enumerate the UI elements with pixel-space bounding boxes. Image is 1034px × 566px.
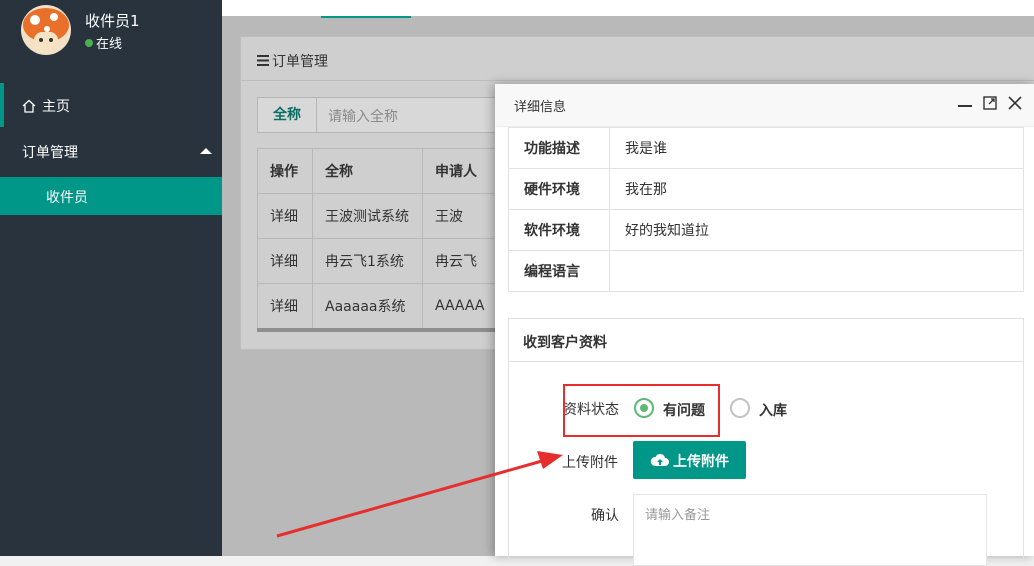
detail-link[interactable]: 详细 [257,193,313,239]
info-row: 功能描述 我是谁 [508,127,1024,169]
nav-home-row: 主页 [22,96,70,116]
online-dot-icon [85,39,93,47]
nav-item-home[interactable]: 主页 [0,83,222,127]
info-row: 软件环境 好的我知道拉 [508,209,1024,251]
col-header-action: 操作 [257,148,313,194]
col-header-name: 全称 [312,148,423,194]
dialog-header: 详细信息 [495,84,1034,127]
panel-title: 订单管理 [257,51,328,71]
upload-button[interactable]: 上传附件 [633,441,746,479]
nav-item-receiver[interactable]: 收件员 [0,177,222,215]
home-icon [22,99,36,113]
info-row: 编程语言 [508,250,1024,292]
detail-link[interactable]: 详细 [257,283,313,329]
table-scrollbar[interactable] [257,328,497,332]
upload-label: 上传附件 [562,455,618,471]
minimize-icon[interactable] [957,95,973,111]
user-name: 收件员1 [85,12,140,30]
upload-button-label: 上传附件 [673,454,729,470]
dialog-title: 详细信息 [514,100,567,115]
nav-home-label: 主页 [42,99,70,115]
maximize-icon[interactable] [982,95,998,111]
info-value [609,250,1024,292]
search-input[interactable]: 请输入全称 [328,106,398,126]
user-status: 在线 [85,33,122,52]
tab-first[interactable] [240,0,310,16]
user-info: 收件员1 在线 [0,0,222,75]
detail-dialog: 详细信息 功能描述 我是谁 硬件环境 我在那 软件环境 好的我知道拉 编程语言 收到客… [495,84,1034,566]
detail-link[interactable]: 详细 [257,238,313,284]
info-key: 硬件环境 [508,168,610,210]
info-row: 硬件环境 我在那 [508,168,1024,210]
status-text: 在线 [96,37,123,52]
radio-stored-label[interactable]: 入库 [759,400,787,420]
close-icon[interactable] [1007,95,1023,111]
radio-stored[interactable] [730,398,750,418]
cell-name: 王波测试系统 [312,193,423,239]
nav-group-orders[interactable]: 订单管理 [0,128,222,172]
panel-title-text: 订单管理 [272,54,328,70]
info-key: 软件环境 [508,209,610,251]
tab-bar [222,0,1034,18]
menu-icon [257,55,269,66]
cell-name: Aaaaaa系统 [312,283,423,329]
table-row: 详细 王波测试系统 王波 [257,193,508,239]
table-row: 详细 Aaaaaa系统 AAAAA [257,283,508,329]
remark-placeholder: 请输入备注 [645,508,711,523]
cell-name: 冉云飞1系统 [312,238,423,284]
info-value: 我是谁 [609,127,1024,169]
nav-group-label: 订单管理 [22,145,78,161]
info-value: 我在那 [609,168,1024,210]
confirm-label: 确认 [591,508,619,524]
table-row: 详细 冉云飞1系统 冉云飞 [257,238,508,284]
table-header-row: 操作 全称 申请人 [257,148,508,194]
info-key: 功能描述 [508,127,610,169]
caret-up-icon [200,148,212,154]
section-title: 收到客户资料 [523,335,607,351]
avatar[interactable] [21,5,71,55]
nav-sub-label: 收件员 [46,190,88,206]
remark-textarea[interactable]: 请输入备注 [633,494,987,566]
panel-header: 订单管理 [241,37,1034,81]
section-header: 收到客户资料 [509,319,1023,362]
sidebar: 收件员1 在线 主页 订单管理 收件员 [0,0,222,556]
info-value: 好的我知道拉 [609,209,1024,251]
cloud-upload-icon [650,453,669,466]
annotation-highlight-box [563,384,720,437]
tab-active[interactable] [321,0,411,18]
detail-table: 功能描述 我是谁 硬件环境 我在那 软件环境 好的我知道拉 编程语言 [508,127,1024,292]
order-table: 操作 全称 申请人 详细 王波测试系统 王波 详细 冉云飞1系统 冉云飞 详细 … [257,148,508,329]
search-label: 全称 [258,98,317,132]
info-key: 编程语言 [508,250,610,292]
